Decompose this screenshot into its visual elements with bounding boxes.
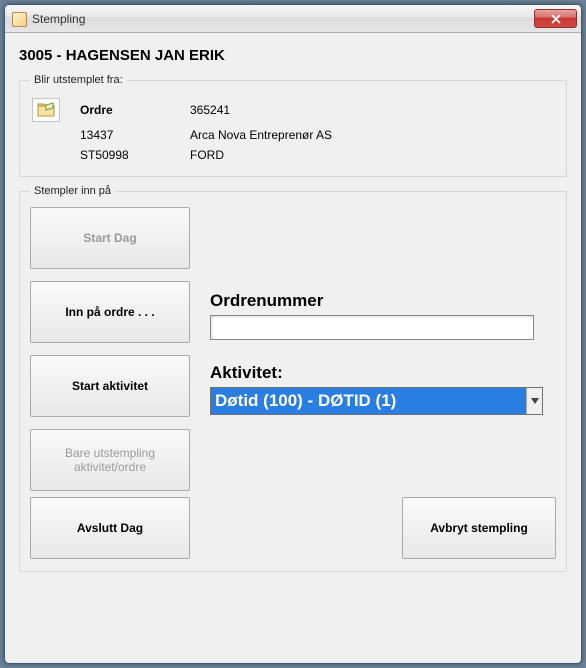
only-out-button: Bare utstempling aktivitet/ordre [30, 429, 190, 491]
employee-heading: 3005 - HAGENSEN JAN ERIK [19, 47, 567, 64]
window: Stempling 3005 - HAGENSEN JAN ERIK Blir … [4, 4, 582, 664]
start-activity-button[interactable]: Start aktivitet [30, 355, 190, 417]
activity-select[interactable]: Døtid (100) - DØTID (1) [210, 387, 543, 415]
window-title: Stempling [32, 12, 534, 26]
order-number-label: Ordrenummer [210, 291, 556, 311]
start-day-button: Start Dag [30, 207, 190, 269]
clock-out-group: Blir utstemplet fra: Ordre 365241 13437 [19, 74, 567, 177]
activity-label: Aktivitet: [210, 363, 556, 383]
app-icon [11, 11, 27, 27]
activity-selected-value: Døtid (100) - DØTID (1) [211, 388, 526, 414]
stamp-grid: Start Dag Inn på ordre . . . Ordrenummer… [30, 207, 556, 423]
project-name: FORD [190, 148, 554, 162]
order-label: Ordre [80, 103, 190, 117]
content: 3005 - HAGENSEN JAN ERIK Blir utstemplet… [5, 33, 581, 594]
enter-order-button[interactable]: Inn på ordre . . . [30, 281, 190, 343]
chevron-down-icon [526, 388, 542, 414]
clock-out-legend: Blir utstemplet fra: [30, 74, 127, 86]
cancel-stamping-button[interactable]: Avbryt stempling [402, 497, 556, 559]
order-number-input[interactable] [210, 315, 534, 340]
end-day-button[interactable]: Avslutt Dag [30, 497, 190, 559]
customer-code: 13437 [80, 128, 190, 142]
clock-in-legend: Stempler inn på [30, 185, 115, 197]
clock-out-grid: Ordre 365241 13437 Arca Nova Entreprenør… [30, 96, 556, 164]
close-button[interactable] [534, 9, 577, 28]
customer-name: Arca Nova Entreprenør AS [190, 128, 554, 142]
footer-row: Bare utstempling aktivitet/ordre [30, 429, 556, 491]
titlebar[interactable]: Stempling [5, 5, 581, 33]
close-icon [551, 14, 561, 24]
order-number: 365241 [190, 103, 554, 117]
order-icon [32, 98, 60, 122]
clock-in-group: Stempler inn på Start Dag Inn på ordre .… [19, 185, 567, 572]
footer-row-2: Avslutt Dag Avbryt stempling [30, 497, 556, 559]
project-code: ST50998 [80, 148, 190, 162]
